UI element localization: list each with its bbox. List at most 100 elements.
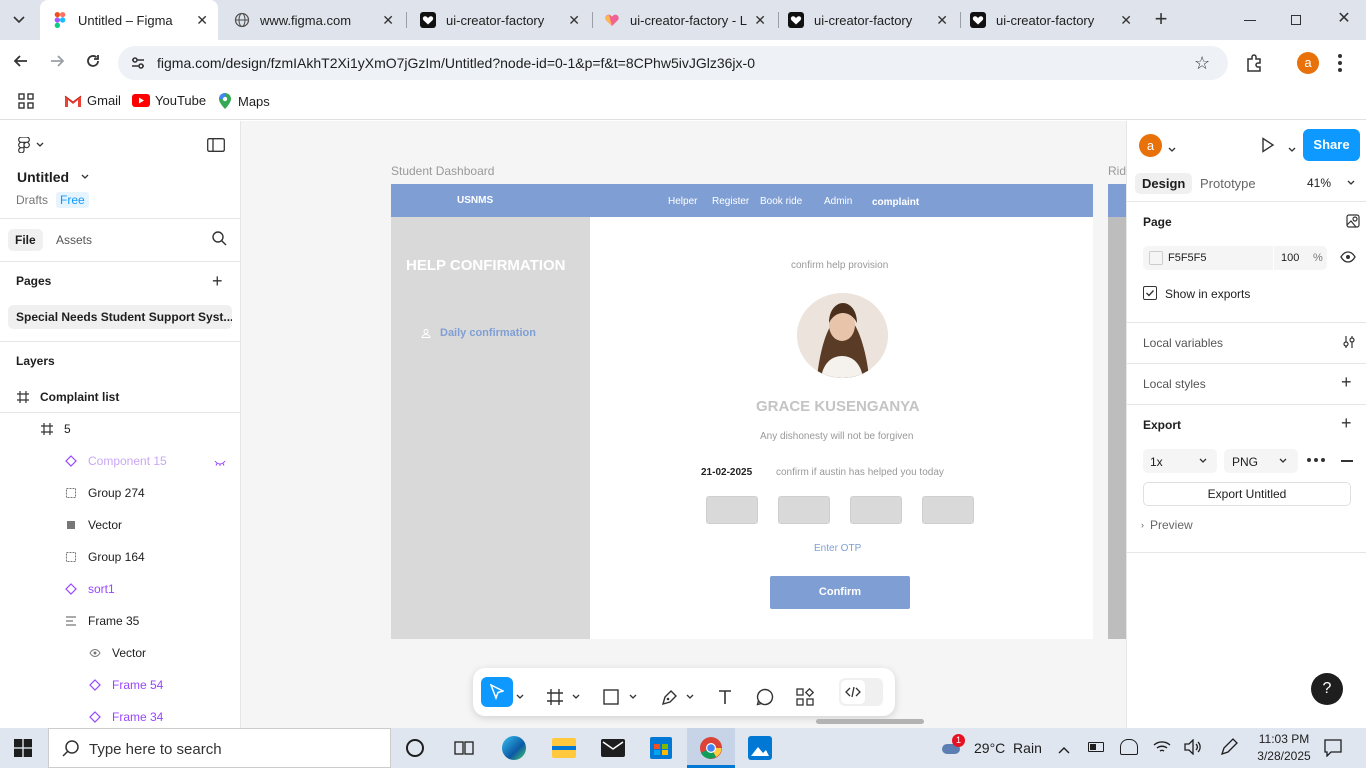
tab-ui-creator-3[interactable]: ui-creator-factory ✕ [776, 0, 958, 40]
page-settings-icon[interactable] [1346, 214, 1360, 231]
layer-row[interactable]: 5 [0, 413, 240, 445]
new-tab-button[interactable]: + [1150, 8, 1172, 32]
confirm-button[interactable]: Confirm [770, 576, 910, 609]
start-button[interactable] [14, 739, 32, 760]
frame-label-next[interactable]: Rid [1108, 164, 1126, 178]
export-button[interactable]: Export Untitled [1143, 482, 1351, 506]
pen-tool[interactable] [657, 682, 681, 712]
nav-link-admin[interactable]: Admin [824, 196, 852, 207]
present-button[interactable] [1261, 137, 1275, 156]
text-tool[interactable] [713, 682, 737, 712]
frame-tool-menu[interactable] [571, 682, 581, 712]
horizontal-scrollbar[interactable] [816, 719, 924, 724]
bookmark-maps[interactable]: Maps [218, 93, 270, 109]
color-swatch[interactable] [1149, 251, 1163, 265]
local-styles[interactable]: Local styles [1143, 377, 1206, 391]
background-color-field[interactable]: F5F5F5 100 % [1143, 246, 1327, 270]
layer-row[interactable]: Frame 54 [0, 669, 240, 701]
frame-student-dashboard[interactable]: USNMS Helper Register Book ride Admin co… [391, 184, 1093, 639]
bookmark-gmail[interactable]: Gmail [64, 93, 121, 108]
frame-label[interactable]: Student Dashboard [391, 164, 494, 178]
reload-button[interactable] [84, 52, 104, 72]
local-variables[interactable]: Local variables [1143, 336, 1223, 350]
tab-prototype[interactable]: Prototype [1200, 176, 1256, 191]
eye-icon[interactable] [1340, 251, 1356, 266]
back-button[interactable] [12, 52, 32, 72]
design-navbar[interactable]: USNMS Helper Register Book ride Admin co… [391, 184, 1093, 217]
file-name[interactable]: Untitled [17, 169, 89, 185]
edge-icon[interactable] [502, 736, 526, 760]
nav-link-helper[interactable]: Helper [668, 196, 697, 207]
close-icon[interactable]: ✕ [1120, 12, 1132, 29]
pen-workspace-icon[interactable] [1220, 738, 1238, 759]
figma-main-menu[interactable] [18, 137, 44, 153]
pen-tool-menu[interactable] [685, 682, 695, 712]
apps-grid-icon[interactable] [18, 93, 34, 112]
minimize-button[interactable] [1238, 10, 1262, 30]
tab-design[interactable]: Design [1135, 173, 1193, 194]
tab-ui-creator-2[interactable]: ui-creator-factory - L ✕ [594, 0, 776, 40]
zoom-dropdown[interactable]: 41% [1307, 176, 1355, 190]
color-hex[interactable]: F5F5F5 [1168, 252, 1207, 264]
cortana-icon[interactable] [406, 739, 424, 757]
search-icon[interactable] [212, 231, 227, 249]
profile-photo[interactable] [797, 293, 888, 378]
profile-avatar[interactable]: a [1297, 52, 1319, 74]
nav-link-book-ride[interactable]: Book ride [760, 196, 802, 207]
notification-icon[interactable] [1324, 739, 1342, 760]
layer-row[interactable]: Complaint list [0, 381, 240, 413]
layer-row[interactable]: Group 274 [0, 477, 240, 509]
frame-next[interactable] [1108, 184, 1126, 639]
remove-export-button[interactable] [1341, 460, 1353, 462]
frame-tool[interactable] [543, 682, 567, 712]
shape-tool-menu[interactable] [628, 682, 638, 712]
chevron-up-icon[interactable] [1058, 742, 1070, 757]
close-window-button[interactable]: ✕ [1332, 8, 1356, 32]
help-button[interactable]: ? [1311, 673, 1343, 705]
layer-row[interactable]: Vector [0, 637, 240, 669]
close-icon[interactable]: ✕ [568, 12, 580, 29]
url-text[interactable]: figma.com/design/fzmIAkhT2Xi1yXmO7jGzIm/… [157, 55, 755, 71]
nav-link-register[interactable]: Register [712, 196, 749, 207]
shape-tool[interactable] [599, 682, 623, 712]
otp-input-1[interactable] [706, 496, 758, 524]
tab-file[interactable]: File [8, 229, 43, 251]
clock[interactable]: 11:03 PM 3/28/2025 [1252, 731, 1316, 765]
opacity-value[interactable]: 100 [1281, 252, 1299, 264]
export-options-icon[interactable] [1307, 458, 1325, 462]
present-menu[interactable] [1288, 141, 1296, 156]
add-export-button[interactable]: + [1341, 413, 1352, 434]
move-tool-menu[interactable] [515, 682, 525, 712]
file-explorer-icon[interactable] [552, 738, 576, 758]
nav-link-complaint[interactable]: complaint [872, 197, 919, 208]
network-badge-icon[interactable] [1120, 739, 1138, 755]
avatar-menu[interactable] [1168, 141, 1176, 156]
chrome-menu-icon[interactable] [1338, 52, 1344, 74]
actions-tool[interactable] [793, 682, 817, 712]
variables-icon[interactable] [1342, 335, 1356, 352]
layer-row[interactable]: Vector [0, 509, 240, 541]
tab-figma[interactable]: Untitled – Figma ✕ [40, 0, 218, 40]
otp-input-2[interactable] [778, 496, 830, 524]
restore-button[interactable] [1284, 10, 1308, 30]
figma-canvas[interactable]: Student Dashboard Rid USNMS Helper Regis… [241, 121, 1126, 728]
bookmark-youtube[interactable]: YouTube [132, 93, 206, 108]
tab-ui-creator-1[interactable]: ui-creator-factory ✕ [408, 0, 590, 40]
tab-search-button[interactable] [6, 8, 32, 32]
tab-assets[interactable]: Assets [56, 233, 92, 247]
layer-row[interactable]: Frame 35 [0, 605, 240, 637]
photos-icon[interactable] [748, 736, 772, 760]
wifi-icon[interactable] [1153, 739, 1171, 758]
layer-row[interactable]: Group 164 [0, 541, 240, 573]
layer-row[interactable]: Component 15 [0, 445, 240, 477]
otp-input-3[interactable] [850, 496, 902, 524]
share-button[interactable]: Share [1303, 129, 1360, 161]
store-icon[interactable] [650, 737, 672, 759]
forward-button[interactable] [48, 52, 68, 72]
hidden-eye-icon[interactable] [214, 456, 226, 470]
drafts-label[interactable]: Drafts [16, 193, 48, 207]
weather-widget[interactable]: 1 29°C Rain [940, 734, 1042, 758]
star-icon[interactable]: ☆ [1194, 53, 1210, 74]
page-item-current[interactable]: Special Needs Student Support Syst... [8, 305, 232, 329]
chrome-taskbar-icon[interactable] [687, 728, 735, 768]
